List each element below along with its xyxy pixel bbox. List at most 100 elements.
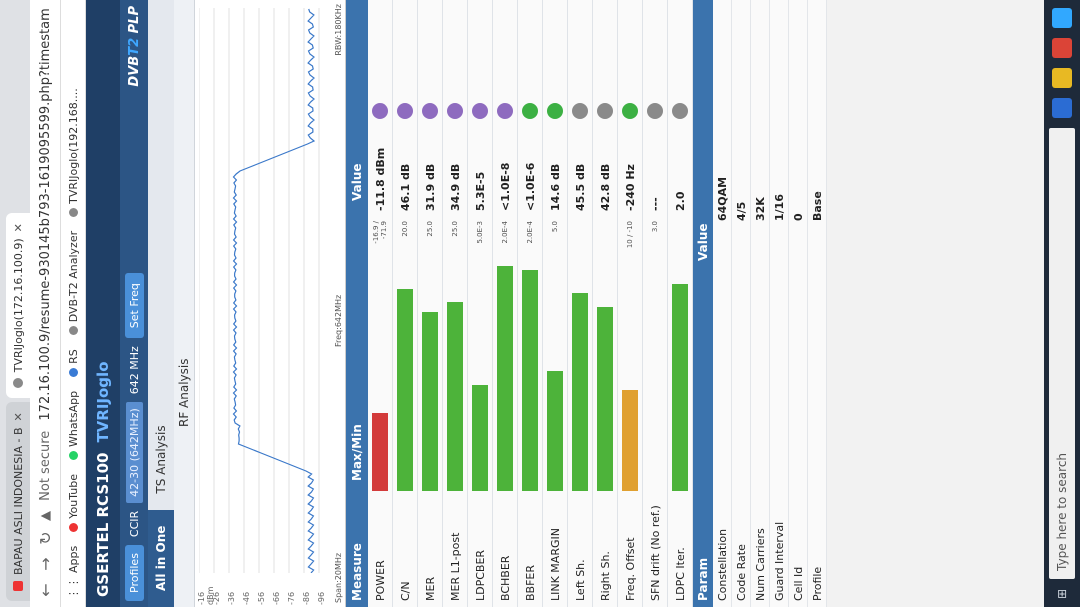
spectrum-y-tick: -66 xyxy=(272,591,281,605)
taskbar-search[interactable]: Type here to search xyxy=(1049,128,1075,579)
maxmin-col: Max/Min xyxy=(350,424,364,481)
param-row: Cell Id 0 xyxy=(789,0,808,607)
level-bar xyxy=(422,311,438,491)
rbw-label: RBW:180KHz xyxy=(334,4,343,56)
frequency-field[interactable]: 642 MHz xyxy=(128,346,141,394)
youtube-favicon-icon xyxy=(13,581,23,591)
profiles-button[interactable]: Profiles xyxy=(124,545,144,601)
spectrum-y-tick: -26 xyxy=(212,591,221,605)
span-label: Span:20MHz xyxy=(334,552,343,603)
level-bar-track xyxy=(446,261,464,491)
logo-text: DVB xyxy=(126,55,142,87)
param-name: Guard Interval xyxy=(772,521,786,601)
bookmarks-bar: ⋮⋮ Apps YouTube WhatsApp RS DVB-T2 Analyz… xyxy=(61,0,86,607)
param-row: Profile Base xyxy=(808,0,827,607)
standard-select[interactable]: CCIR xyxy=(128,511,141,537)
threshold-label: 25.0 xyxy=(451,221,459,237)
param-row: Constellation 64QAM xyxy=(713,0,732,607)
measure-value: --- xyxy=(648,197,662,211)
url-field[interactable]: ▲ Not secure 172.16.100.9/resume-930145b… xyxy=(38,8,53,521)
windows-taskbar: ⊞ Type here to search xyxy=(1044,0,1080,607)
param-name: Cell Id xyxy=(791,566,805,601)
level-bar-track xyxy=(621,261,639,491)
measure-value: -11.8 dBm xyxy=(373,147,387,211)
bookmark-rs[interactable]: RS xyxy=(67,349,80,377)
screen-rotated-content: BAPAU ASLI INDONESIA - B ✕ TVRIJoglo(172… xyxy=(0,0,1080,607)
status-led-icon xyxy=(372,103,388,119)
status-led-icon xyxy=(497,103,513,119)
tab-title: TVRIJoglo(172.16.100.9) xyxy=(11,238,25,373)
tab-ts-analysis[interactable]: TS Analysis xyxy=(148,409,174,509)
bookmark-label: YouTube xyxy=(66,474,80,519)
level-bar-track xyxy=(396,261,414,491)
reload-icon[interactable]: ↻ xyxy=(36,529,55,547)
measure-row: Freq. Offset 10 / -10 -240 Hz xyxy=(618,0,643,607)
whatsapp-icon xyxy=(68,451,78,461)
close-tab-icon[interactable]: ✕ xyxy=(12,412,25,421)
measure-row: BBFER 2.0E-4 <1.0E-6 xyxy=(518,0,543,607)
threshold-label: 20.0 xyxy=(401,221,409,237)
param-name: Code Rate xyxy=(734,544,748,601)
site-favicon-icon xyxy=(13,378,23,389)
edge-icon[interactable] xyxy=(1052,98,1072,118)
bookmark-label: WhatsApp xyxy=(66,390,80,448)
measure-name: POWER xyxy=(373,560,387,601)
forward-icon[interactable]: → xyxy=(36,555,55,573)
chrome-icon[interactable] xyxy=(1052,38,1072,58)
spectrum-y-tick: -76 xyxy=(287,591,296,605)
spectrum-panel: -16 dBm -26 -36 -46 -56 -66 -76 -86 -96 Span:20M… xyxy=(195,0,346,607)
level-bar-track xyxy=(496,261,514,491)
status-led-icon xyxy=(622,103,638,119)
browser-tab[interactable]: BAPAU ASLI INDONESIA - B ✕ xyxy=(6,402,30,601)
windows-start-icon[interactable]: ⊞ xyxy=(1055,589,1069,599)
measure-col: Measure xyxy=(350,543,364,601)
channel-select[interactable]: 42-30 (642MHz) xyxy=(125,402,143,503)
set-freq-button[interactable]: Set Freq xyxy=(124,273,144,339)
level-bar xyxy=(472,385,488,491)
measure-name: MER L1-post xyxy=(448,532,462,601)
close-tab-icon[interactable]: ✕ xyxy=(12,223,25,232)
spectrum-y-tick: -36 xyxy=(227,591,236,605)
premiere-icon[interactable] xyxy=(1052,8,1072,28)
threshold-label: 5.0E-3 xyxy=(476,221,484,244)
param-row: Guard Interval 1/16 xyxy=(770,0,789,607)
bookmark-youtube[interactable]: YouTube xyxy=(67,474,80,532)
bookmark-apps[interactable]: ⋮⋮ Apps xyxy=(67,546,80,599)
param-table: Constellation 64QAM Code Rate 4/5 Num Carrie… xyxy=(713,0,827,607)
param-value: 32K xyxy=(753,197,767,221)
level-bar-track xyxy=(421,261,439,491)
status-led-icon xyxy=(547,103,563,119)
measure-row: POWER -16.9 / -71.9 -11.8 dBm xyxy=(368,0,393,607)
brand-title: GSERTEL RCS100 xyxy=(94,452,112,597)
folder-icon[interactable] xyxy=(1052,68,1072,88)
param-value: Base xyxy=(810,191,824,221)
value-col: Value xyxy=(350,163,364,201)
param-col: Param xyxy=(696,557,710,601)
level-bar xyxy=(397,288,413,491)
site-icon xyxy=(68,207,78,217)
status-led-icon xyxy=(422,103,438,119)
bookmark-dvbt2[interactable]: DVB-T2 Analyzer xyxy=(67,231,80,336)
measure-row: MER L1-post 25.0 34.9 dB xyxy=(443,0,468,607)
bookmark-tvrijoglo[interactable]: TVRIJoglo(192.168.... xyxy=(67,88,80,217)
param-row: Num Carriers 32K xyxy=(751,0,770,607)
level-bar xyxy=(572,293,588,491)
measure-name: LDPC Iter. xyxy=(673,547,687,601)
site-icon xyxy=(68,326,78,336)
status-led-icon xyxy=(447,103,463,119)
param-name: Num Carriers xyxy=(753,528,767,601)
status-led-icon xyxy=(397,103,413,119)
browser-tab-active[interactable]: TVRIJoglo(172.16.100.9) ✕ xyxy=(6,213,30,399)
back-icon[interactable]: ← xyxy=(36,581,55,599)
measure-value: 42.8 dB xyxy=(598,163,612,211)
measure-value: 31.9 dB xyxy=(423,163,437,211)
measure-name: LDPCBER xyxy=(473,549,487,601)
bookmark-label: Apps xyxy=(66,545,80,573)
tab-all-in-one[interactable]: All in One xyxy=(148,509,174,607)
status-led-icon xyxy=(672,103,688,119)
security-label: Not secure xyxy=(37,430,53,501)
spectrum-plot xyxy=(199,8,320,573)
bookmark-whatsapp[interactable]: WhatsApp xyxy=(66,390,80,461)
measure-row: BCHBER 2.0E-4 <1.0E-8 xyxy=(493,0,518,607)
measure-name: LINK MARGIN xyxy=(548,528,562,601)
